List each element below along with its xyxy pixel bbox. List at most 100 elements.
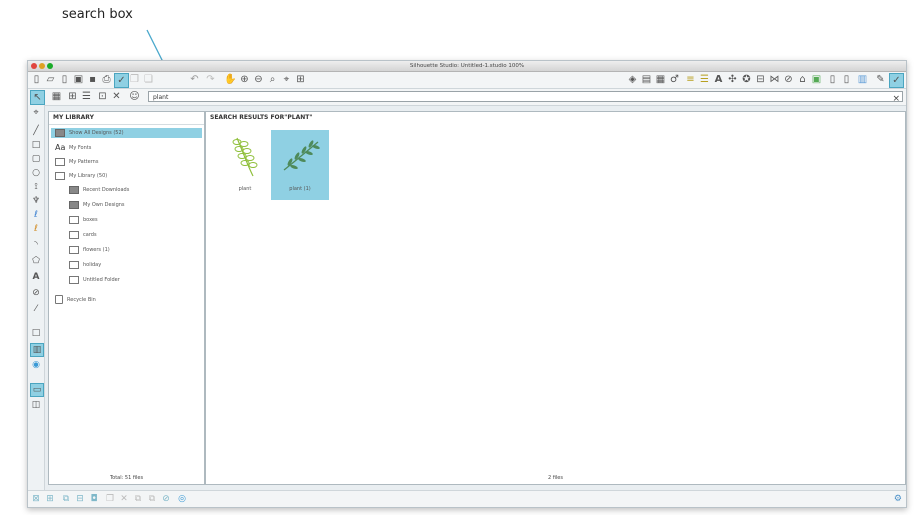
pan-icon[interactable]: ✋	[224, 73, 237, 86]
show-library-icon[interactable]: ▥	[30, 343, 44, 357]
zoom-drag-icon[interactable]: ⌕	[266, 73, 279, 86]
send-back-icon[interactable]: ⧉	[132, 493, 144, 505]
library-item-label: Recent Downloads	[83, 187, 130, 193]
split-panel-icon[interactable]: ◫	[30, 399, 42, 411]
library-item-label: Recycle Bin	[67, 297, 96, 303]
single-panel-icon[interactable]: ▭	[30, 383, 44, 397]
release-compound-icon[interactable]: ⊟	[74, 493, 86, 505]
library-item-untitled-folder[interactable]: Untitled Folder	[69, 275, 120, 285]
grid-view-icon[interactable]: ▦	[50, 90, 63, 103]
bring-forward-icon[interactable]: ◘	[88, 493, 100, 505]
user-icon[interactable]: ☺	[128, 90, 141, 103]
grid-icon[interactable]: ▯	[840, 73, 853, 86]
line-color-icon[interactable]: ▤	[640, 73, 653, 86]
cut-settings-icon[interactable]: ▯	[826, 73, 839, 86]
library-item-my-library[interactable]: My Library (50)	[55, 171, 107, 181]
save-icon[interactable]: ▣	[72, 73, 85, 86]
list-view-icon[interactable]: ☰	[80, 90, 93, 103]
search-input[interactable]: plant ×	[148, 91, 903, 105]
library-item-show-all[interactable]: Show All Designs (52)	[51, 128, 202, 138]
library-header: MY LIBRARY	[49, 112, 204, 125]
fit-page-icon[interactable]: ⊞	[294, 73, 307, 86]
library-icon[interactable]: ✓	[889, 73, 904, 88]
smooth-freehand-tool-icon[interactable]: ℓ	[30, 223, 42, 235]
ellipse-tool-icon[interactable]: ○	[30, 167, 42, 179]
library-item-label: flowers (1)	[83, 247, 110, 253]
offset-icon[interactable]: ✪	[740, 73, 753, 86]
ungroup-icon[interactable]: ⊞	[44, 493, 56, 505]
new-doc-icon[interactable]: ▯	[30, 73, 43, 86]
library-item-boxes[interactable]: boxes	[69, 215, 98, 225]
fill-pattern-icon[interactable]: ▦	[654, 73, 667, 86]
zoom-fit-icon[interactable]: ⌖	[280, 73, 293, 86]
line-tool-icon[interactable]: ╱	[30, 125, 42, 137]
delete-bottom-icon[interactable]: ✕	[118, 493, 130, 505]
redo-icon[interactable]: ↷	[204, 73, 217, 86]
paste-icon[interactable]: ❏	[142, 73, 155, 86]
open-file-icon[interactable]: ▯	[58, 73, 71, 86]
design-store-icon[interactable]: ⌂	[796, 73, 809, 86]
curve-tool-icon[interactable]: ♆	[30, 195, 42, 207]
library-item-my-fonts[interactable]: Aa My Fonts	[55, 143, 91, 153]
weld-icon[interactable]: ⊘	[160, 493, 172, 505]
fill-color-icon[interactable]: ◈	[626, 73, 639, 86]
library-item-holiday[interactable]: holiday	[69, 260, 101, 270]
clear-search-icon[interactable]: ×	[892, 93, 900, 105]
icon-view-icon[interactable]: ⊞	[66, 90, 79, 103]
regular-polygon-tool-icon[interactable]: ⬠	[30, 255, 42, 267]
library-item-label: My Own Designs	[83, 202, 125, 208]
rectangle-tool-icon[interactable]: □	[30, 139, 42, 151]
library-item-recent-downloads[interactable]: Recent Downloads	[69, 185, 129, 195]
show-design-page-icon[interactable]: □	[30, 327, 42, 339]
knife-tool-icon[interactable]: ⁄	[30, 303, 42, 315]
zoom-out-icon[interactable]: ⊖	[252, 73, 265, 86]
text-style-icon[interactable]: A	[712, 73, 725, 86]
sketch-icon[interactable]: ▥	[856, 73, 869, 86]
polygon-tool-icon[interactable]: ⟟	[30, 181, 42, 193]
eraser-icon[interactable]: ✎	[874, 73, 887, 86]
replicate-icon[interactable]: ☰	[698, 73, 711, 86]
send-to-cutter-icon[interactable]: ✓	[114, 73, 129, 88]
save-library-icon[interactable]: ▪	[86, 73, 99, 86]
rounded-rect-tool-icon[interactable]: ▢	[30, 153, 42, 165]
open-folder-icon[interactable]: ▱	[44, 73, 57, 86]
point-edit-tool-icon[interactable]: ⌖	[30, 107, 42, 119]
library-item-cards[interactable]: cards	[69, 230, 97, 240]
eraser-tool-icon[interactable]: ⊘	[30, 287, 42, 299]
library-item-my-own-designs[interactable]: My Own Designs	[69, 200, 125, 210]
zoom-in-icon[interactable]: ⊕	[238, 73, 251, 86]
result-tile[interactable]: plant	[216, 130, 274, 200]
group-icon[interactable]: ⊠	[30, 493, 42, 505]
settings-gear-icon[interactable]: ⚙	[894, 494, 902, 504]
delete-icon[interactable]: ✕	[110, 90, 123, 103]
align-icon[interactable]: ≡	[684, 73, 697, 86]
select-tool-icon[interactable]: ↖	[30, 90, 45, 105]
library-item-my-patterns[interactable]: My Patterns	[55, 157, 98, 167]
trace-icon[interactable]: ⊟	[754, 73, 767, 86]
point-edit-icon[interactable]: ⊘	[782, 73, 795, 86]
folder-plus-icon	[69, 230, 79, 239]
show-store-icon[interactable]: ◉	[30, 359, 42, 371]
library-item-flowers[interactable]: flowers (1)	[69, 245, 110, 255]
store-globe-icon[interactable]: ◎	[176, 493, 188, 505]
line-style-icon[interactable]: ♂	[668, 73, 681, 86]
duplicate-icon[interactable]: ❐	[104, 493, 116, 505]
folder-icon	[69, 200, 79, 209]
text-tool-icon[interactable]: A	[30, 271, 42, 283]
folder-icon	[69, 185, 79, 194]
arc-tool-icon[interactable]: ◝	[30, 239, 42, 251]
page-setup-icon[interactable]: ▣	[810, 73, 823, 86]
copy-icon[interactable]: ❐	[128, 73, 141, 86]
library-item-recycle-bin[interactable]: Recycle Bin	[55, 295, 96, 305]
print-icon[interactable]: ⎙	[100, 73, 113, 86]
modify-icon[interactable]: ⋈	[768, 73, 781, 86]
undo-icon[interactable]: ↶	[188, 73, 201, 86]
search-results-panel: SEARCH RESULTS FOR"PLANT" plant plant (1…	[205, 111, 906, 485]
freehand-tool-icon[interactable]: ℓ	[30, 209, 42, 221]
make-compound-icon[interactable]: ⧉	[60, 493, 72, 505]
send-front-icon[interactable]: ⧉	[146, 493, 158, 505]
transform-icon[interactable]: ✣	[726, 73, 739, 86]
result-tile-selected[interactable]: plant (1)	[271, 130, 329, 200]
library-item-label: My Library (50)	[69, 173, 108, 179]
new-folder-icon[interactable]: ⊡	[96, 90, 109, 103]
